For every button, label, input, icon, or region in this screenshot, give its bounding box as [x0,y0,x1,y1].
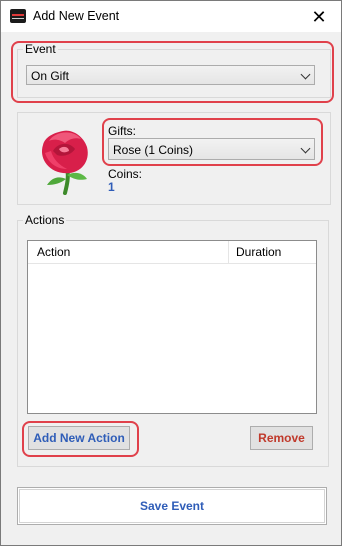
add-event-window: Add New Event ✕ Event On Gift Gifts: Ros… [0,0,342,546]
close-button[interactable]: ✕ [297,1,341,32]
gift-highlight [102,118,323,166]
actions-list-header: Action Duration [28,241,316,264]
event-highlight [11,41,334,103]
column-separator[interactable] [228,241,229,263]
add-action-highlight [22,421,139,457]
actions-list[interactable]: Action Duration [27,240,317,414]
close-icon: ✕ [311,6,327,27]
column-header-action[interactable]: Action [37,241,70,263]
window-title: Add New Event [33,9,120,23]
coins-value: 1 [108,180,115,194]
title-bar: Add New Event ✕ [1,1,341,32]
column-header-duration[interactable]: Duration [236,241,281,263]
rose-icon [41,130,88,195]
coins-label: Coins: [108,167,143,181]
remove-button[interactable]: Remove [250,426,313,450]
save-event-button[interactable]: Save Event [17,487,327,525]
actions-group-label: Actions [23,213,67,227]
save-event-label: Save Event [139,499,205,513]
app-icon [10,9,26,23]
